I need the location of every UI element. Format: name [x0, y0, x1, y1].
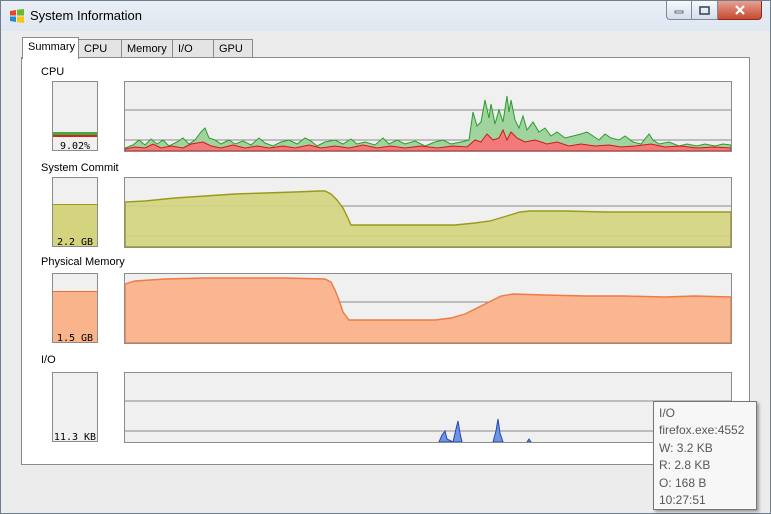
physical-memory-mini-bar	[53, 291, 97, 342]
tooltip-process: firefox.exe:4552	[659, 423, 745, 438]
cpu-section-label: CPU	[41, 66, 65, 78]
cpu-mini-bar	[53, 132, 97, 137]
commit-value: 2.2 GB	[56, 237, 94, 248]
tab-cpu[interactable]: CPU	[78, 39, 122, 58]
tab-memory-label: Memory	[127, 43, 167, 55]
commit-graph-plot	[125, 190, 731, 247]
tab-memory[interactable]: Memory	[121, 39, 173, 58]
commit-mini-bar	[53, 204, 97, 246]
close-icon	[734, 5, 745, 15]
tooltip-time: 10:27:51	[659, 493, 706, 508]
physical-memory-graph	[124, 273, 732, 344]
physical-memory-area	[125, 277, 731, 343]
tooltip-write: W: 3.2 KB	[659, 440, 713, 455]
cpu-graph-plot	[125, 95, 731, 151]
io-value: 11.3 KB	[53, 432, 97, 443]
window-title: System Information	[30, 8, 142, 23]
physical-memory-graph-plot	[125, 277, 731, 343]
cpu-total-level	[53, 132, 97, 135]
windows-logo-icon	[10, 9, 24, 23]
io-graph-plot	[125, 400, 731, 442]
system-information-window: System Information Summary CPU Memory I/…	[0, 0, 771, 514]
tab-gpu[interactable]: GPU	[213, 39, 253, 58]
tab-io[interactable]: I/O	[172, 39, 214, 58]
commit-area	[125, 190, 731, 247]
commit-section-label: System Commit	[41, 162, 119, 174]
tooltip-heading: I/O	[659, 406, 676, 420]
physical-memory-value: 1.5 GB	[56, 333, 94, 344]
cpu-kernel-level	[53, 135, 97, 137]
cpu-usage-value: 9.02%	[59, 141, 91, 152]
cpu-graph	[124, 81, 732, 152]
maximize-icon	[699, 5, 710, 15]
tab-io-label: I/O	[178, 43, 193, 55]
commit-graph	[124, 177, 732, 248]
io-section-label: I/O	[41, 354, 56, 366]
io-graph	[124, 372, 732, 443]
tab-summary[interactable]: Summary	[22, 37, 79, 59]
tab-cpu-label: CPU	[84, 43, 108, 55]
tab-summary-label: Summary	[28, 41, 76, 53]
io-tooltip: I/O firefox.exe:4552 W: 3.2 KB R: 2.8 KB…	[653, 401, 757, 510]
minimize-button[interactable]	[666, 1, 692, 20]
cpu-total-area	[125, 95, 731, 151]
maximize-button[interactable]	[692, 1, 718, 20]
title-bar: System Information	[1, 1, 770, 31]
tooltip-other: O: 168 B	[659, 475, 707, 490]
physical-memory-section-label: Physical Memory	[41, 256, 125, 268]
close-button[interactable]	[718, 1, 762, 20]
tab-gpu-label: GPU	[219, 43, 243, 55]
tooltip-read: R: 2.8 KB	[659, 458, 711, 473]
minimize-icon	[674, 10, 684, 14]
